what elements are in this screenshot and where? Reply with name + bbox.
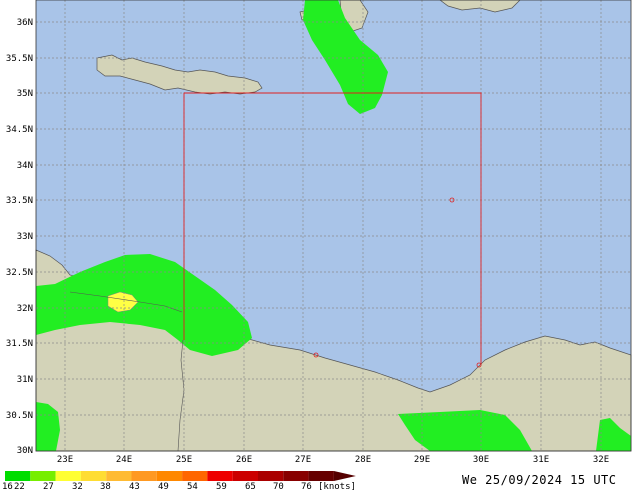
lat-tick-label: 33N <box>17 232 33 242</box>
lon-axis: 23E 24E 25E 26E 27E 28E 29E 30E 31E 32E <box>57 455 609 465</box>
legend-color-swatch <box>55 471 81 481</box>
lat-axis: 36N 35.5N 35N 34.5N 34N 33.5N 33N 32.5N … <box>6 18 33 456</box>
legend-labels: 16 22 27 32 38 43 49 54 59 65 70 76 [kno… <box>2 482 356 492</box>
legend-color-swatch <box>131 471 157 481</box>
legend-color-swatch <box>283 471 309 481</box>
lon-tick-label: 24E <box>116 455 132 465</box>
color-legend <box>5 471 356 481</box>
lat-tick-label: 35.5N <box>6 54 33 64</box>
legend-color-swatch <box>258 471 284 481</box>
legend-color-swatch <box>207 471 233 481</box>
legend-value-label: 70 <box>273 482 284 490</box>
lon-tick-label: 30E <box>473 455 489 465</box>
legend-value-label: 16 <box>2 482 13 490</box>
lat-tick-label: 32N <box>17 304 33 314</box>
lat-tick-label: 31N <box>17 375 33 385</box>
legend-color-swatch <box>106 471 132 481</box>
legend-value-label: 59 <box>216 482 227 490</box>
legend-unit-label: [knots] <box>318 482 356 490</box>
legend-color-swatch <box>182 471 208 481</box>
lat-tick-label: 30.5N <box>6 411 33 421</box>
lon-tick-label: 27E <box>295 455 311 465</box>
legend-color-swatch <box>5 471 31 481</box>
lat-tick-label: 31.5N <box>6 339 33 349</box>
lon-tick-label: 31E <box>533 455 549 465</box>
lon-tick-label: 25E <box>176 455 192 465</box>
legend-color-swatch <box>30 471 56 481</box>
lon-tick-label: 23E <box>57 455 73 465</box>
legend-value-label: 54 <box>187 482 198 490</box>
lat-tick-label: 34N <box>17 161 33 171</box>
lat-tick-label: 36N <box>17 18 33 28</box>
legend-value-label: 38 <box>100 482 111 490</box>
legend-value-label: 22 <box>14 482 25 490</box>
lat-tick-label: 33.5N <box>6 196 33 206</box>
legend-value-label: 27 <box>43 482 54 490</box>
lat-tick-label: 35N <box>17 89 33 99</box>
lat-tick-label: 32.5N <box>6 268 33 278</box>
lat-tick-label: 30N <box>17 446 33 456</box>
legend-value-label: 49 <box>158 482 169 490</box>
lon-tick-label: 32E <box>593 455 609 465</box>
legend-color-swatch <box>80 471 107 481</box>
forecast-timestamp: We 25/09/2024 15 UTC <box>462 473 617 487</box>
legend-color-swatch <box>156 471 183 481</box>
map-canvas: 36N 35.5N 35N 34.5N 34N 33.5N 33N 32.5N … <box>2 0 632 492</box>
lon-tick-label: 29E <box>414 455 430 465</box>
legend-color-swatch <box>232 471 258 481</box>
lon-tick-label: 26E <box>236 455 252 465</box>
legend-color-swatch <box>308 471 334 481</box>
lat-tick-label: 34.5N <box>6 125 33 135</box>
wind-map: 36N 35.5N 35N 34.5N 34N 33.5N 33N 32.5N … <box>0 0 634 492</box>
lon-tick-label: 28E <box>355 455 371 465</box>
legend-value-label: 43 <box>129 482 140 490</box>
legend-arrow <box>333 471 356 481</box>
legend-value-label: 32 <box>72 482 83 490</box>
legend-value-label: 65 <box>245 482 256 490</box>
legend-value-label: 76 <box>301 482 312 490</box>
